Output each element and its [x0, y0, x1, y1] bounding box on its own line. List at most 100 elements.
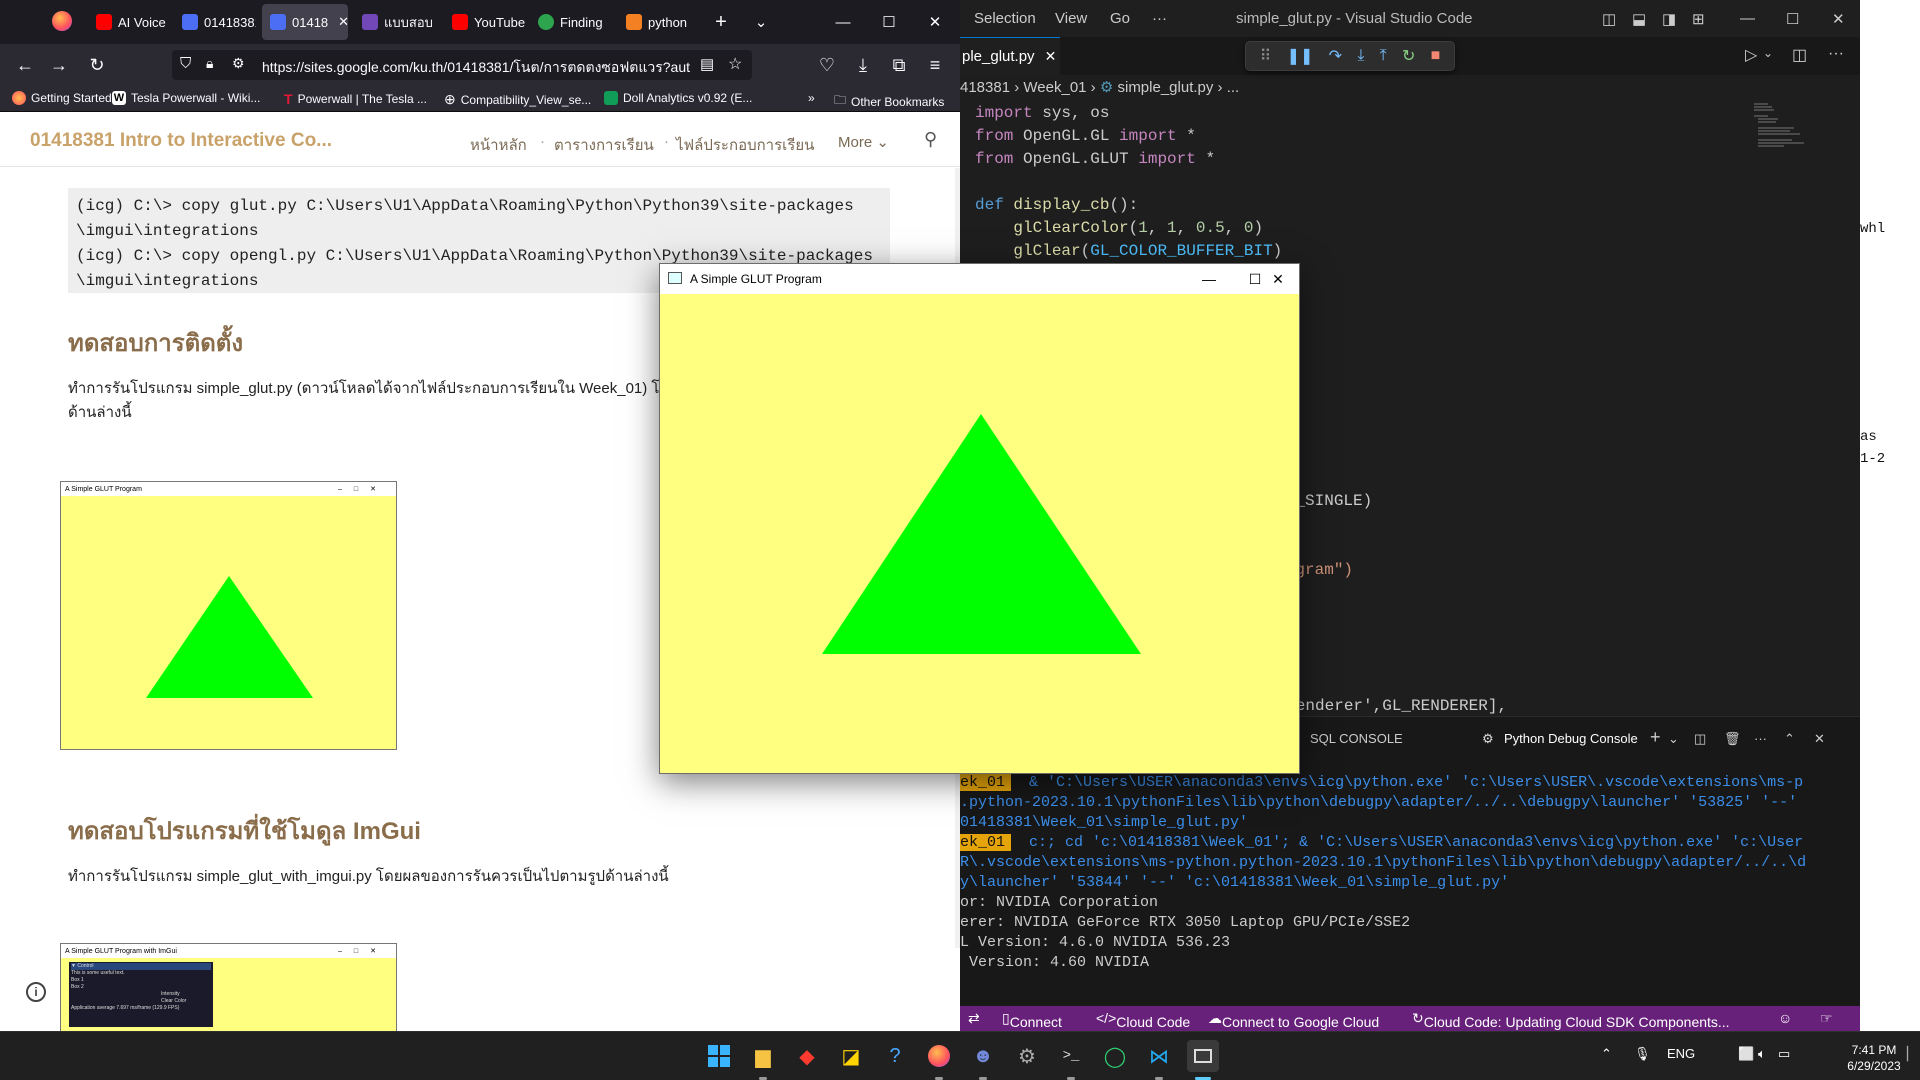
- downloads-icon[interactable]: ⤓: [850, 52, 876, 78]
- glut-app-icon[interactable]: [1187, 1040, 1219, 1072]
- network-icon[interactable]: ⬜: [1738, 1046, 1754, 1062]
- drag-handle-icon[interactable]: ⠿: [1260, 46, 1272, 66]
- nav-files[interactable]: ไฟล์ประกอบการเรียน: [676, 133, 814, 157]
- lock-icon[interactable]: 🔒︎: [206, 55, 213, 72]
- split-terminal-icon[interactable]: ◫: [1694, 731, 1706, 747]
- nav-home[interactable]: หน้าหลัก: [470, 133, 527, 157]
- close-tab-icon[interactable]: ✕: [338, 14, 348, 30]
- tab-youtube[interactable]: YouTube: [444, 4, 530, 40]
- url-text[interactable]: https://sites.google.com/ku.th/01418381/…: [262, 57, 692, 79]
- close-icon[interactable]: ✕: [1255, 264, 1299, 294]
- menu-go[interactable]: Go: [1110, 10, 1130, 27]
- tab-finding[interactable]: Finding: [530, 4, 614, 40]
- language-indicator[interactable]: ENG: [1667, 1046, 1695, 1061]
- stop-icon[interactable]: ■: [1431, 47, 1441, 65]
- menu-view[interactable]: View: [1055, 10, 1087, 27]
- new-terminal-icon[interactable]: +: [1650, 727, 1661, 748]
- tab-list-chevron-icon[interactable]: ⌄: [738, 0, 784, 44]
- bookmarks-overflow-icon[interactable]: »: [808, 91, 815, 105]
- close-tab-icon[interactable]: ✕: [1045, 48, 1057, 65]
- tab-course-active[interactable]: 01418 ✕: [262, 4, 348, 40]
- extensions-icon[interactable]: ⧉: [886, 52, 912, 78]
- discord-icon[interactable]: ☻: [967, 1040, 999, 1072]
- reader-view-icon[interactable]: ▤: [700, 55, 714, 73]
- close-panel-icon[interactable]: ✕: [1814, 731, 1825, 747]
- reload-icon[interactable]: ↻: [84, 52, 110, 78]
- tray-overflow-icon[interactable]: ⌃: [1601, 1046, 1612, 1062]
- bookmark-doll-analytics[interactable]: Doll Analytics v0.92 (E...: [604, 91, 752, 105]
- file-explorer-icon[interactable]: ▆: [747, 1040, 779, 1072]
- clock[interactable]: 7:41 PM 6/29/2023: [1839, 1042, 1909, 1074]
- close-icon[interactable]: ✕: [912, 0, 958, 44]
- tab-simple-glut[interactable]: ple_glut.py ✕: [960, 37, 1060, 75]
- bookmark-compatibility[interactable]: ⊕ Compatibility_View_se...: [444, 91, 591, 108]
- tab-sql-console[interactable]: SQL CONSOLE: [1310, 731, 1403, 746]
- breadcrumb-item[interactable]: ...: [1227, 79, 1240, 96]
- vscode-icon[interactable]: ⋈: [1143, 1040, 1175, 1072]
- tab-form[interactable]: แบบสอบ: [354, 4, 438, 40]
- breadcrumb-item[interactable]: simple_glut.py: [1117, 79, 1213, 96]
- firefox-icon[interactable]: [923, 1040, 955, 1072]
- terminal-selector[interactable]: Python Debug Console: [1504, 731, 1638, 746]
- run-icon[interactable]: ▷: [1745, 45, 1757, 65]
- kill-terminal-icon[interactable]: 🗑︎: [1724, 731, 1741, 747]
- tab-python[interactable]: python: [618, 4, 702, 40]
- notifications-icon[interactable]: ▏: [1907, 1046, 1917, 1062]
- gear-icon[interactable]: ⚙: [1482, 731, 1494, 747]
- forward-icon[interactable]: →: [46, 52, 72, 78]
- customize-layout-icon[interactable]: ⊞: [1692, 10, 1705, 28]
- bookmark-getting-started[interactable]: Getting Started: [12, 91, 112, 105]
- copilot-icon[interactable]: ☺: [1778, 1010, 1792, 1026]
- remote-icon[interactable]: ⇄: [968, 1010, 980, 1027]
- toggle-secondary-sidebar-icon[interactable]: ◨: [1662, 10, 1676, 28]
- microphone-icon[interactable]: 🎙︎: [1634, 1046, 1651, 1062]
- toggle-panel-icon[interactable]: ⬓: [1632, 10, 1646, 28]
- tab-ai-voice[interactable]: AI Voice: [88, 4, 168, 40]
- status-connect[interactable]: ▯ Connect: [1002, 1010, 1062, 1030]
- pocket-icon[interactable]: ♡: [814, 52, 840, 78]
- status-connect-google-cloud[interactable]: ☁ Connect to Google Cloud: [1208, 1010, 1379, 1030]
- tab-course-1[interactable]: 01418381: [174, 4, 256, 40]
- volume-icon[interactable]: 🔈︎: [1758, 1046, 1766, 1062]
- app-green-icon[interactable]: ◯: [1099, 1040, 1131, 1072]
- sticky-notes-icon[interactable]: ◪: [835, 1040, 867, 1072]
- battery-icon[interactable]: ▭: [1778, 1046, 1790, 1062]
- url-bar[interactable]: ⛉ 🔒︎ ⚙ https://sites.google.com/ku.th/01…: [172, 50, 752, 80]
- bookmark-powerwall-tesla[interactable]: T Powerwall | The Tesla ...: [284, 91, 427, 107]
- more-actions-icon[interactable]: ···: [1754, 731, 1767, 746]
- minimize-icon[interactable]: —: [1740, 10, 1755, 27]
- bookmark-star-icon[interactable]: ☆: [728, 54, 742, 74]
- step-over-icon[interactable]: ↷: [1329, 46, 1342, 66]
- windows-start-icon[interactable]: [703, 1040, 735, 1072]
- menu-more[interactable]: ···: [1152, 10, 1167, 27]
- step-into-icon[interactable]: ⤓: [1357, 47, 1364, 65]
- maximize-panel-icon[interactable]: ⌃: [1784, 731, 1795, 747]
- help-icon[interactable]: ?: [879, 1040, 911, 1072]
- nav-more[interactable]: More ⌄: [838, 133, 889, 151]
- minimize-icon[interactable]: —: [820, 0, 866, 44]
- terminal-output[interactable]: ek_01 & 'C:\Users\USER\anaconda3\envs\ic…: [960, 773, 1806, 973]
- step-out-icon[interactable]: ⤒: [1380, 47, 1387, 65]
- status-cloud-code[interactable]: </> Cloud Code: [1096, 1010, 1190, 1030]
- permissions-icon[interactable]: ⚙: [232, 55, 245, 72]
- split-editor-icon[interactable]: ◫: [1792, 45, 1807, 65]
- maximize-icon[interactable]: ☐: [866, 0, 912, 44]
- menu-selection[interactable]: Selection: [974, 10, 1036, 27]
- breadcrumb-item[interactable]: 418381: [960, 79, 1010, 96]
- hamburger-menu-icon[interactable]: ≡: [922, 52, 948, 78]
- status-cloud-sdk-update[interactable]: ↻ Cloud Code: Updating Cloud SDK Compone…: [1412, 1010, 1730, 1030]
- minimize-icon[interactable]: —: [1186, 264, 1232, 294]
- nav-schedule[interactable]: ตารางการเรียน: [554, 133, 654, 157]
- close-icon[interactable]: ✕: [1832, 10, 1845, 28]
- other-bookmarks[interactable]: 🗀 Other Bookmarks: [834, 91, 944, 112]
- feedback-icon[interactable]: ☞: [1820, 1010, 1833, 1027]
- shield-icon[interactable]: ⛉: [180, 55, 191, 72]
- toggle-sidebar-icon[interactable]: ◫: [1602, 10, 1616, 28]
- terminal-icon[interactable]: >_: [1055, 1040, 1087, 1072]
- info-icon[interactable]: i: [26, 982, 46, 1002]
- maximize-icon[interactable]: ☐: [1786, 10, 1799, 28]
- settings-icon[interactable]: ⚙: [1011, 1040, 1043, 1072]
- glut-titlebar[interactable]: A Simple GLUT Program — ☐ ✕: [660, 264, 1299, 294]
- firefox-menu-icon[interactable]: [52, 11, 72, 31]
- minimap[interactable]: [1754, 100, 1824, 170]
